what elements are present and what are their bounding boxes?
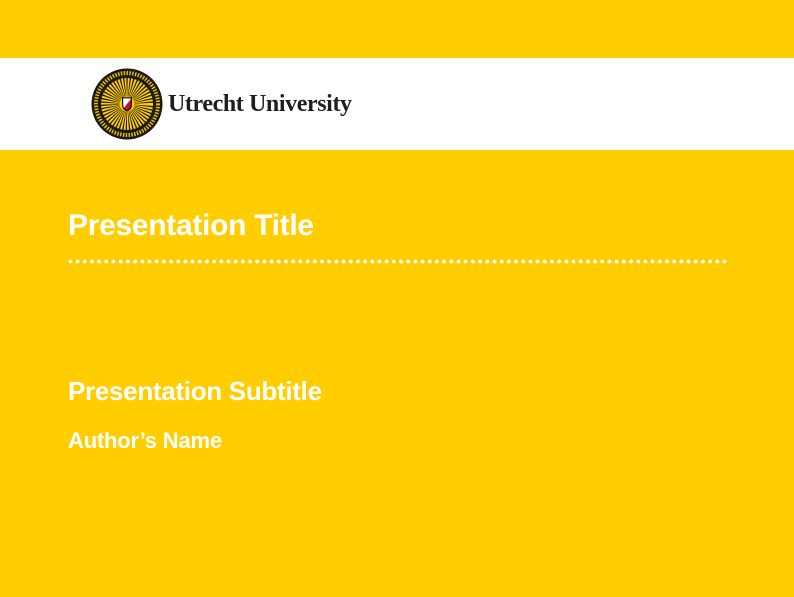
utrecht-sun-icon	[91, 68, 163, 140]
presentation-title: Presentation Title	[68, 208, 314, 244]
university-name: Utrecht University	[168, 91, 352, 118]
dotted-divider	[68, 259, 729, 264]
presentation-subtitle: Presentation Subtitle	[68, 376, 322, 407]
title-slide: Utrecht University Presentation Title Pr…	[0, 0, 794, 597]
logo-band: Utrecht University	[0, 58, 794, 150]
author-name: Author’s Name	[68, 428, 222, 454]
